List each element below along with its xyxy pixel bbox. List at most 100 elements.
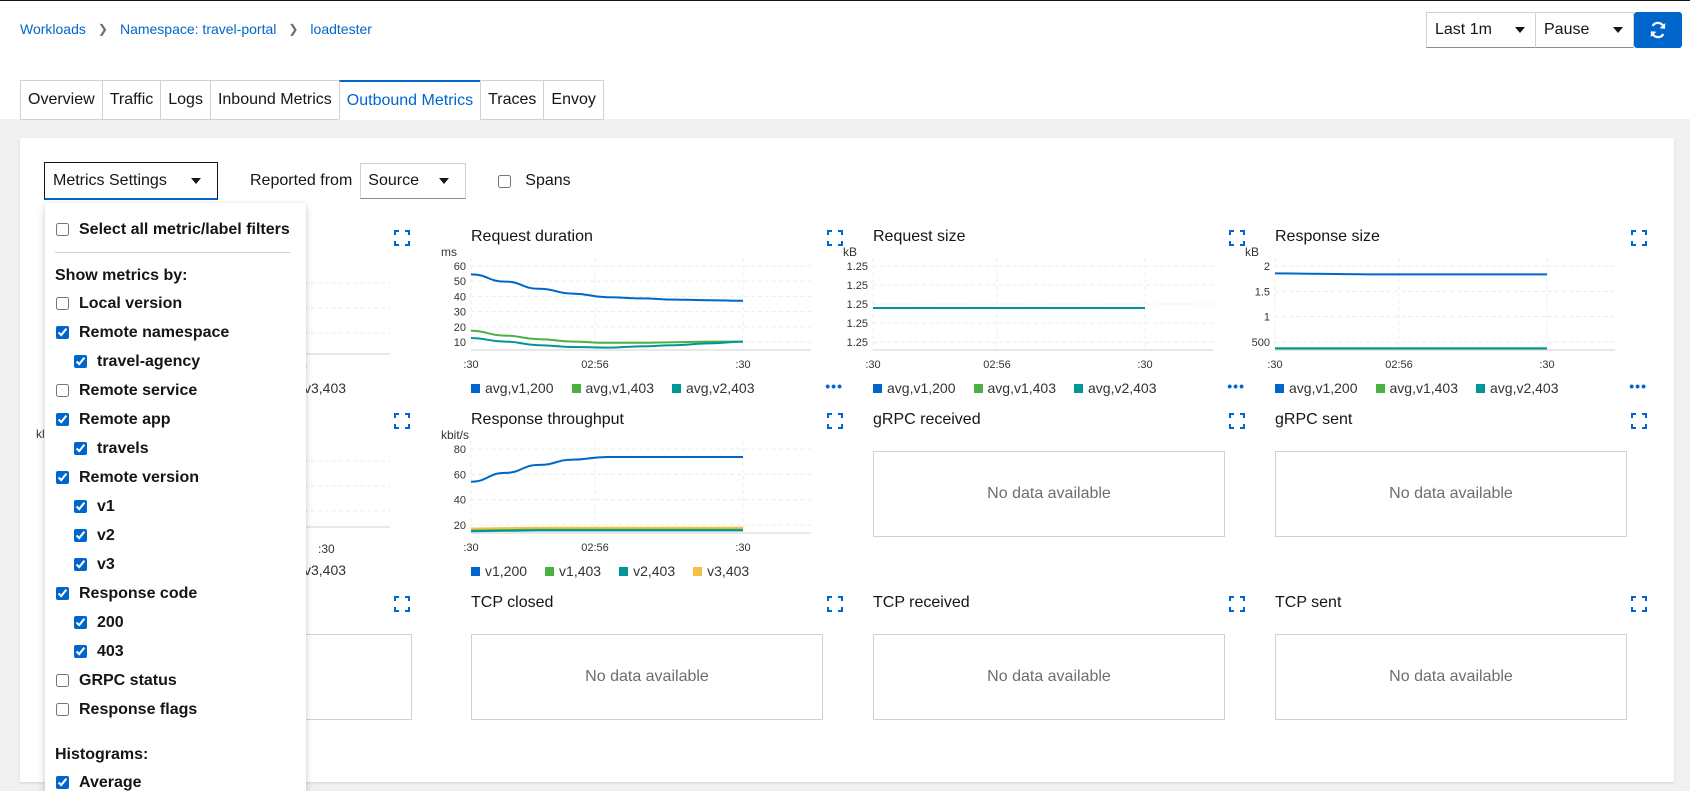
legend-item[interactable]: avg,v1,200 <box>873 380 956 396</box>
filter-200[interactable]: 200 <box>55 608 296 637</box>
filter-checkbox[interactable] <box>56 587 69 600</box>
filter-remote-service[interactable]: Remote service <box>55 376 296 405</box>
unit-fragment: kl <box>36 427 45 441</box>
filter-remote-app[interactable]: Remote app <box>55 405 296 434</box>
filter-checkbox[interactable] <box>56 297 69 310</box>
legend-swatch <box>619 566 629 576</box>
y-tick-label: 2 <box>1264 261 1270 273</box>
more-options-icon[interactable]: ••• <box>825 378 843 394</box>
expand-icon[interactable] <box>1229 413 1245 429</box>
legend-item[interactable]: v1,200 <box>471 563 527 579</box>
caret-down-icon <box>191 177 201 184</box>
y-tick-label: 1 <box>1264 312 1270 324</box>
chart-legend: v1,200 v1,403 v2,403 v3,403 <box>471 563 767 579</box>
histogram-average-label: Average <box>79 773 142 791</box>
expand-icon[interactable] <box>1631 413 1647 429</box>
legend-item[interactable]: avg,v1,403 <box>973 380 1056 396</box>
legend-swatch <box>471 383 480 393</box>
breadcrumb-workloads[interactable]: Workloads <box>20 21 86 37</box>
chart-legend: avg,v1,200 avg,v1,403 avg,v2,403 <box>1275 380 1577 396</box>
filter-checkbox[interactable] <box>74 616 87 629</box>
filter-checkbox[interactable] <box>56 471 69 484</box>
expand-icon[interactable] <box>394 413 410 429</box>
more-options-icon[interactable]: ••• <box>1629 378 1647 394</box>
metrics-settings-dropdown[interactable]: Metrics Settings <box>44 162 218 200</box>
spans-checkbox[interactable] <box>498 174 512 188</box>
duration-select[interactable]: Last 1m <box>1426 12 1536 48</box>
filter-label: Remote version <box>79 468 200 486</box>
filter-checkbox[interactable] <box>56 326 69 339</box>
chart-title: TCP closed <box>471 594 554 611</box>
legend-item[interactable]: v2,403 <box>619 563 675 579</box>
filter-remote-version[interactable]: Remote version <box>55 463 296 492</box>
histogram-average-checkbox[interactable] <box>56 776 69 789</box>
expand-icon[interactable] <box>394 596 410 612</box>
expand-icon[interactable] <box>1229 596 1245 612</box>
spans-toggle[interactable]: Spans <box>498 172 571 190</box>
filter-v1[interactable]: v1 <box>55 492 296 521</box>
chart-tcp-closed: TCP closed No data available <box>471 594 853 764</box>
select-all-checkbox[interactable] <box>56 223 69 236</box>
filter-checkbox[interactable] <box>74 645 87 658</box>
y-tick-label: 1.5 <box>1255 286 1270 298</box>
filter-response-code[interactable]: Response code <box>55 579 296 608</box>
legend-item[interactable]: avg,v2,403 <box>1074 380 1157 396</box>
y-tick-label: 20 <box>454 322 466 334</box>
select-all-filters[interactable]: Select all metric/label filters <box>55 215 296 244</box>
filter-checkbox[interactable] <box>56 413 69 426</box>
y-tick-label: 40 <box>454 495 466 507</box>
filter-checkbox[interactable] <box>56 674 69 687</box>
legend-item[interactable]: v1,403 <box>545 563 601 579</box>
refresh-button[interactable] <box>1634 12 1682 48</box>
legend-item[interactable]: avg,v2,403 <box>1476 380 1559 396</box>
legend-item[interactable]: v3,403 <box>693 563 749 579</box>
y-axis-unit: kB <box>1245 245 1259 259</box>
legend-item[interactable]: avg,v1,403 <box>1375 380 1458 396</box>
legend-item[interactable]: avg,v1,200 <box>1275 380 1358 396</box>
filter-travel-agency[interactable]: travel-agency <box>55 347 296 376</box>
spans-label: Spans <box>525 172 571 189</box>
filter-checkbox[interactable] <box>74 558 87 571</box>
tab-overview[interactable]: Overview <box>20 80 102 120</box>
duration-value: Last 1m <box>1435 21 1492 38</box>
filter-local-version[interactable]: Local version <box>55 289 296 318</box>
filter-checkbox[interactable] <box>74 442 87 455</box>
refresh-interval-select[interactable]: Pause <box>1536 12 1634 48</box>
legend-swatch <box>1275 383 1284 393</box>
histogram-average[interactable]: Average <box>55 768 296 791</box>
filter-grpc-status[interactable]: GRPC status <box>55 666 296 695</box>
series-line-v1-200 <box>470 455 743 483</box>
tab-envoy[interactable]: Envoy <box>543 80 604 120</box>
breadcrumb-workload[interactable]: loadtester <box>310 21 371 37</box>
breadcrumb-namespace[interactable]: Namespace: travel-portal <box>120 21 276 37</box>
filter-checkbox[interactable] <box>74 500 87 513</box>
filter-checkbox[interactable] <box>56 703 69 716</box>
legend-swatch <box>545 566 555 576</box>
tab-inbound-metrics[interactable]: Inbound Metrics <box>209 80 339 120</box>
legend-item[interactable]: avg,v1,403 <box>571 380 654 396</box>
tab-outbound-metrics[interactable]: Outbound Metrics <box>338 80 481 120</box>
filter-checkbox[interactable] <box>74 355 87 368</box>
expand-icon[interactable] <box>394 230 410 246</box>
filter-travels[interactable]: travels <box>55 434 296 463</box>
filter-remote-namespace[interactable]: Remote namespace <box>55 318 296 347</box>
filter-checkbox[interactable] <box>74 529 87 542</box>
more-options-icon[interactable]: ••• <box>1227 378 1245 394</box>
chart-grpc-received: gRPC received No data available <box>873 411 1255 581</box>
filter-checkbox[interactable] <box>56 384 69 397</box>
partial-plot <box>290 441 390 528</box>
series-line-v3-403 <box>470 526 743 530</box>
filter-403[interactable]: 403 <box>55 637 296 666</box>
filter-response-flags[interactable]: Response flags <box>55 695 296 724</box>
legend-item[interactable]: avg,v2,403 <box>672 380 755 396</box>
tab-traffic[interactable]: Traffic <box>101 80 161 120</box>
expand-icon[interactable] <box>827 596 843 612</box>
filter-v3[interactable]: v3 <box>55 550 296 579</box>
tab-traces[interactable]: Traces <box>480 80 544 120</box>
tab-logs[interactable]: Logs <box>160 80 210 120</box>
expand-icon[interactable] <box>1631 596 1647 612</box>
y-axis-unit: kB <box>843 245 857 259</box>
filter-v2[interactable]: v2 <box>55 521 296 550</box>
reported-from-select[interactable]: Source <box>360 163 467 199</box>
legend-item[interactable]: avg,v1,200 <box>471 380 554 396</box>
